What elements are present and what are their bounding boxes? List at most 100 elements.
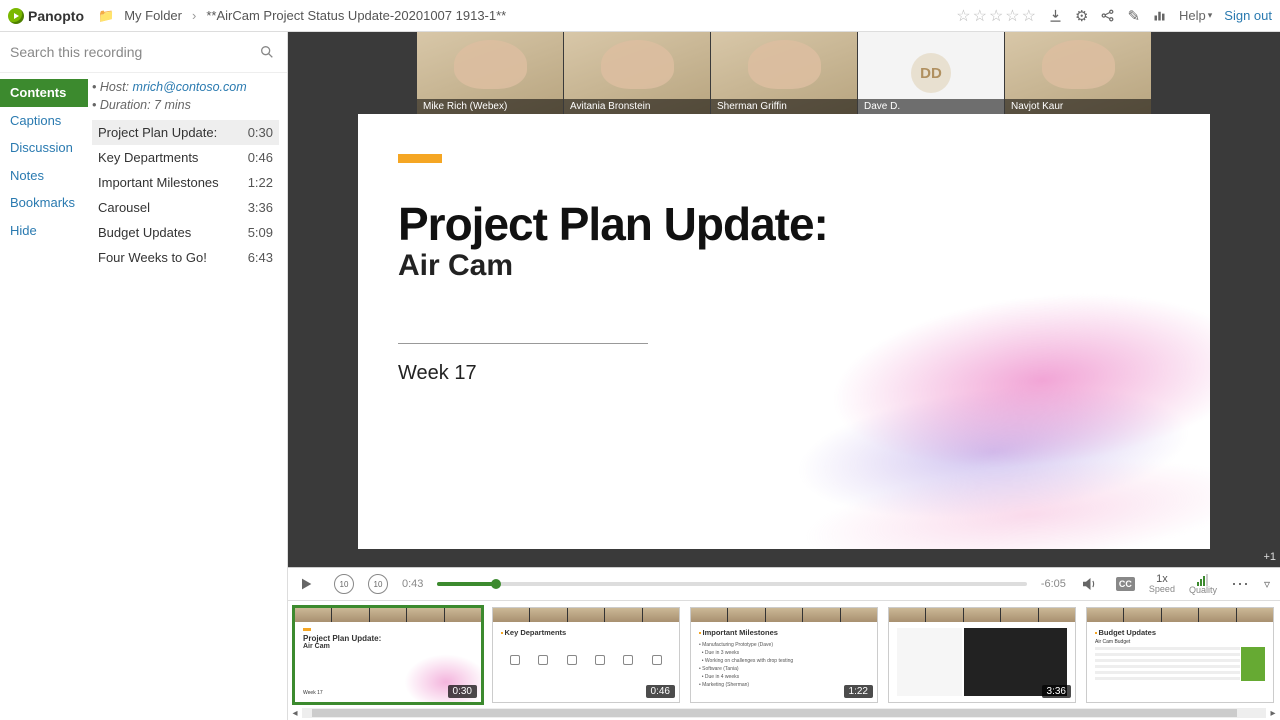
- tab-hide[interactable]: Hide: [0, 217, 88, 245]
- slide-main: Project Plan Update: Air Cam Week 17: [358, 114, 1210, 549]
- chevron-right-icon: ›: [192, 8, 196, 23]
- participant-tile[interactable]: Navjot Kaur: [1005, 32, 1151, 114]
- viewer: Mike Rich (Webex)Avitania BronsteinSherm…: [288, 32, 1280, 720]
- participants-strip: Mike Rich (Webex)Avitania BronsteinSherm…: [358, 32, 1210, 114]
- brand-logo[interactable]: Panopto: [8, 8, 84, 24]
- topbar: Panopto 📁 My Folder › **AirCam Project S…: [0, 0, 1280, 32]
- scroll-right-icon[interactable]: ▸: [1266, 708, 1280, 719]
- breadcrumb-title[interactable]: **AirCam Project Status Update-20201007 …: [206, 8, 506, 23]
- share-icon[interactable]: [1100, 8, 1115, 23]
- toc-time: 3:36: [248, 200, 273, 215]
- caret-down-icon: ▾: [1208, 10, 1213, 21]
- toc-row[interactable]: Budget Updates 5:09: [92, 220, 279, 245]
- rating-stars[interactable]: ☆ ☆ ☆ ☆ ☆: [956, 6, 1036, 26]
- toc-row[interactable]: Carousel 3:36: [92, 195, 279, 220]
- help-menu[interactable]: Help ▾: [1179, 8, 1212, 23]
- tab-discussion[interactable]: Discussion: [0, 134, 88, 162]
- tab-contents[interactable]: Contents: [0, 79, 88, 107]
- breadcrumb-folder[interactable]: My Folder: [124, 8, 182, 23]
- brand-text: Panopto: [28, 8, 84, 24]
- participant-name: Sherman Griffin: [711, 99, 857, 114]
- participant-name: Dave D.: [858, 99, 1004, 114]
- star-icon[interactable]: ☆: [973, 6, 987, 26]
- toc-title: Key Departments: [98, 150, 198, 165]
- host-label: Host:: [100, 80, 129, 94]
- slide-title: Project Plan Update:: [398, 197, 1170, 251]
- participant-name: Mike Rich (Webex): [417, 99, 563, 114]
- participant-name: Navjot Kaur: [1005, 99, 1151, 114]
- more-button[interactable]: ⋯: [1231, 574, 1250, 595]
- toc-row[interactable]: Project Plan Update: 0:30: [92, 120, 279, 145]
- quality-control[interactable]: Quality: [1189, 574, 1217, 595]
- folder-icon: 📁: [98, 8, 114, 24]
- gear-icon[interactable]: ⚙: [1075, 7, 1088, 25]
- toc-time: 5:09: [248, 225, 273, 240]
- thumbnail[interactable]: Important Milestones• Manufacturing Prot…: [690, 607, 878, 703]
- toc-title: Important Milestones: [98, 175, 219, 190]
- star-icon[interactable]: ☆: [1022, 6, 1036, 26]
- toc-time: 0:46: [248, 150, 273, 165]
- thumbnail[interactable]: Key Departments0:46: [492, 607, 680, 703]
- brand-mark-icon: [8, 8, 24, 24]
- overflow-count[interactable]: +1: [1263, 551, 1276, 563]
- thumbnail[interactable]: 3:36: [888, 607, 1076, 703]
- thumb-time: 1:22: [844, 685, 873, 698]
- signal-icon: [1197, 574, 1208, 586]
- thumbnail[interactable]: Project Plan Update:Air CamWeek 170:30: [294, 607, 482, 703]
- sidebar: Contents Captions Discussion Notes Bookm…: [0, 32, 288, 720]
- signout-link[interactable]: Sign out: [1224, 8, 1272, 23]
- avatar: DD: [911, 53, 951, 93]
- toc-time: 0:30: [248, 125, 273, 140]
- thumbnail-strip: Project Plan Update:Air CamWeek 170:30Ke…: [288, 600, 1280, 720]
- toc-row[interactable]: Key Departments 0:46: [92, 145, 279, 170]
- toc-title: Project Plan Update:: [98, 125, 217, 140]
- tab-bookmarks[interactable]: Bookmarks: [0, 189, 88, 217]
- toc-row[interactable]: Important Milestones 1:22: [92, 170, 279, 195]
- participant-tile[interactable]: Sherman Griffin: [711, 32, 857, 114]
- toc-title: Budget Updates: [98, 225, 191, 240]
- toc-row[interactable]: Four Weeks to Go! 6:43: [92, 245, 279, 270]
- recording-meta: • Host: mrich@contoso.com • Duration: 7 …: [92, 79, 279, 114]
- skip-forward-button[interactable]: 10: [368, 574, 388, 594]
- skip-back-button[interactable]: 10: [334, 574, 354, 594]
- scroll-left-icon[interactable]: ◂: [288, 708, 302, 719]
- thumb-time: 0:30: [448, 685, 477, 698]
- participant-name: Avitania Bronstein: [564, 99, 710, 114]
- breadcrumb: 📁 My Folder › **AirCam Project Status Up…: [98, 8, 506, 24]
- player-bar: 10 10 0:43 -6:05 CC 1x Speed Quality ⋯ ▿: [288, 567, 1280, 600]
- sidebar-tabs: Contents Captions Discussion Notes Bookm…: [0, 73, 88, 720]
- stats-icon[interactable]: [1152, 8, 1167, 23]
- toc-time: 6:43: [248, 250, 273, 265]
- participant-tile[interactable]: DD Dave D.: [858, 32, 1004, 114]
- search-input[interactable]: [0, 32, 287, 72]
- star-icon[interactable]: ☆: [956, 6, 970, 26]
- toc-title: Carousel: [98, 200, 150, 215]
- participant-tile[interactable]: Avitania Bronstein: [564, 32, 710, 114]
- captions-toggle[interactable]: CC: [1116, 577, 1135, 591]
- collapse-button[interactable]: ▿: [1264, 577, 1270, 591]
- search-box: [0, 32, 287, 73]
- star-icon[interactable]: ☆: [1005, 6, 1019, 26]
- thumb-scrollbar[interactable]: ◂ ▸: [288, 706, 1280, 720]
- remaining-time: -6:05: [1041, 578, 1066, 590]
- tab-notes[interactable]: Notes: [0, 162, 88, 190]
- thumb-time: 3:36: [1042, 685, 1071, 698]
- participant-tile[interactable]: Mike Rich (Webex): [417, 32, 563, 114]
- help-label: Help: [1179, 8, 1206, 23]
- thumb-time: 0:46: [646, 685, 675, 698]
- duration-label: Duration: 7 mins: [100, 98, 191, 112]
- download-icon[interactable]: [1048, 8, 1063, 23]
- thumbnail[interactable]: Budget UpdatesAir Cam Budget: [1086, 607, 1274, 703]
- tab-captions[interactable]: Captions: [0, 107, 88, 135]
- toc-time: 1:22: [248, 175, 273, 190]
- slide-accent: [398, 154, 442, 163]
- star-icon[interactable]: ☆: [989, 6, 1003, 26]
- play-button[interactable]: [298, 576, 320, 592]
- edit-icon[interactable]: ✎: [1127, 7, 1140, 25]
- seek-track[interactable]: [437, 582, 1026, 586]
- volume-button[interactable]: [1080, 575, 1102, 593]
- toc-title: Four Weeks to Go!: [98, 250, 207, 265]
- speed-control[interactable]: 1x Speed: [1149, 574, 1175, 594]
- slide-divider: [398, 343, 648, 344]
- host-email-link[interactable]: mrich@contoso.com: [133, 80, 247, 94]
